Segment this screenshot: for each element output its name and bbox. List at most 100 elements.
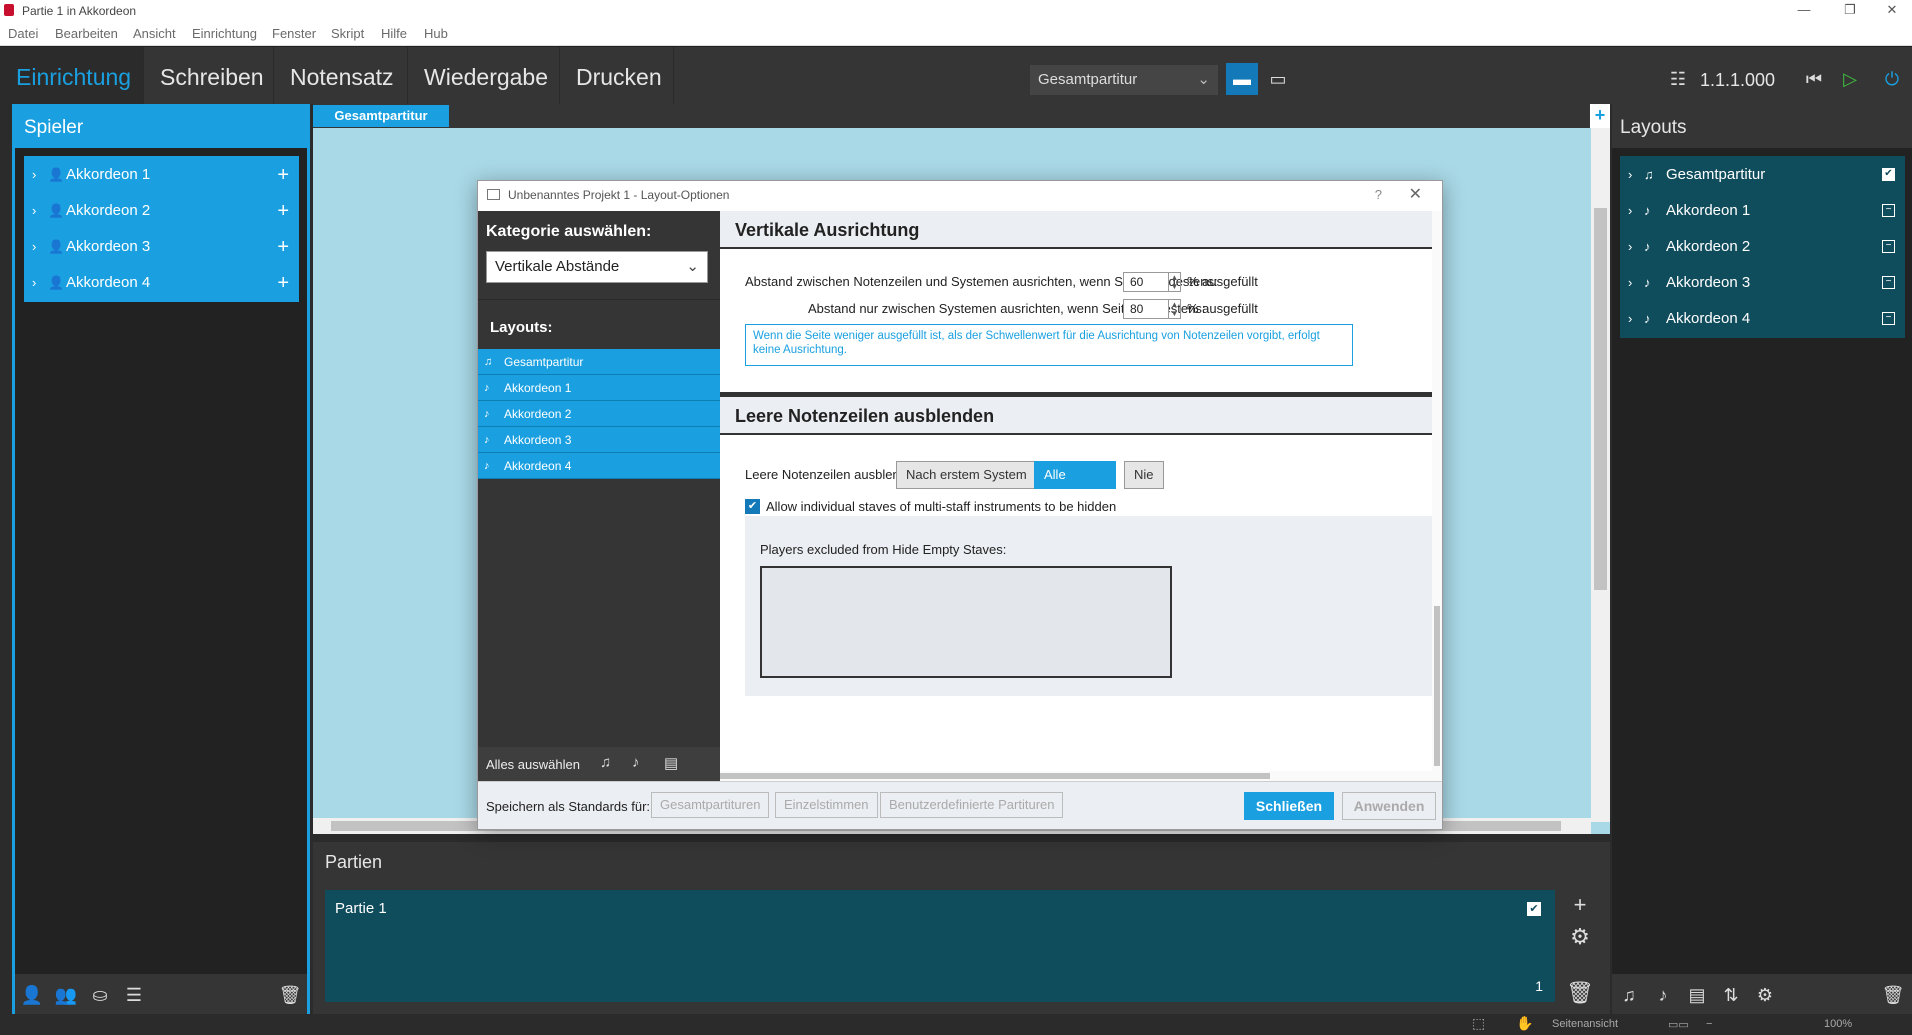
save-parts-button[interactable]: Einzelstimmen bbox=[775, 792, 878, 818]
rewind-icon[interactable]: ⏮ bbox=[1798, 63, 1830, 95]
menu-skript[interactable]: Skript bbox=[331, 26, 364, 41]
staff-justify-input[interactable]: 60 bbox=[1123, 272, 1169, 292]
player-item[interactable]: › 👤 Akkordeon 2 + bbox=[24, 192, 299, 230]
close-window-icon[interactable]: ✕ bbox=[1872, 0, 1912, 22]
select-full-scores-icon[interactable]: ♫ bbox=[600, 754, 611, 771]
add-part-icon[interactable]: + bbox=[1563, 890, 1597, 920]
add-full-score-icon[interactable]: ♫ bbox=[1616, 982, 1642, 1008]
galley-view-icon[interactable]: ▬ bbox=[1226, 63, 1258, 95]
save-full-scores-button[interactable]: Gesamtpartituren bbox=[651, 792, 770, 818]
page-view-icon[interactable]: ▭ bbox=[1262, 63, 1294, 95]
delete-icon[interactable]: 🗑 bbox=[277, 982, 303, 1008]
delete-layout-icon[interactable]: 🗑 bbox=[1880, 982, 1906, 1008]
close-button[interactable]: Schließen bbox=[1244, 792, 1334, 820]
add-part-layout-icon[interactable]: ♪ bbox=[1650, 982, 1676, 1008]
restore-icon[interactable]: ❐ bbox=[1830, 0, 1870, 22]
selection-tool-icon[interactable]: ⬚ bbox=[1472, 1015, 1485, 1032]
chevron-right-icon[interactable]: › bbox=[1628, 300, 1632, 338]
layout-item[interactable]: › ♪ Akkordeon 1 − bbox=[1620, 192, 1905, 230]
play-icon[interactable]: ▷ bbox=[1834, 63, 1866, 95]
add-instrument-icon[interactable]: + bbox=[277, 228, 289, 266]
power-icon[interactable]: ⏻ bbox=[1876, 63, 1908, 95]
scroll-thumb[interactable] bbox=[720, 773, 1270, 779]
add-instrument-icon[interactable]: + bbox=[277, 264, 289, 302]
dialog-layout-item[interactable]: ♪ Akkordeon 2 bbox=[478, 401, 720, 427]
player-item[interactable]: › 👤 Akkordeon 1 + bbox=[24, 156, 299, 194]
add-instrument-icon[interactable]: + bbox=[277, 156, 289, 194]
hand-tool-icon[interactable]: ✋ bbox=[1516, 1015, 1533, 1032]
add-tab-icon[interactable]: + bbox=[1590, 104, 1610, 128]
layout-checkbox[interactable]: ✔ bbox=[1882, 168, 1895, 181]
help-icon[interactable]: ? bbox=[1375, 181, 1382, 209]
menu-hilfe[interactable]: Hilfe bbox=[381, 26, 407, 41]
zoom-level[interactable]: 100% bbox=[1824, 1018, 1852, 1030]
vertical-scrollbar[interactable] bbox=[1591, 128, 1610, 822]
menu-einrichtung[interactable]: Einrichtung bbox=[192, 26, 257, 41]
dialog-layout-item[interactable]: ♫ Gesamtpartitur bbox=[478, 349, 720, 375]
select-custom-scores-icon[interactable]: ▤ bbox=[664, 754, 678, 772]
excluded-players-list[interactable] bbox=[760, 566, 1172, 678]
layout-minus-icon[interactable]: − bbox=[1882, 312, 1895, 325]
layout-minus-icon[interactable]: − bbox=[1882, 204, 1895, 217]
zoom-out-icon[interactable]: − bbox=[1706, 1018, 1712, 1030]
minimize-icon[interactable]: — bbox=[1784, 0, 1824, 22]
tab-drucken[interactable]: Drucken bbox=[560, 47, 674, 105]
add-instrument-icon[interactable]: + bbox=[277, 192, 289, 230]
category-select[interactable]: Vertikale Abstände ⌄ bbox=[486, 251, 708, 283]
part-row[interactable]: Partie 1 ✔ 1 bbox=[325, 890, 1555, 1002]
layout-minus-icon[interactable]: − bbox=[1882, 276, 1895, 289]
layout-settings-icon[interactable]: ⚙ bbox=[1752, 982, 1778, 1008]
add-solo-player-icon[interactable]: 👤 bbox=[19, 982, 45, 1008]
layout-item[interactable]: › ♪ Akkordeon 4 − bbox=[1620, 300, 1905, 338]
tab-gesamtpartitur[interactable]: Gesamtpartitur bbox=[313, 105, 449, 127]
tab-wiedergabe[interactable]: Wiedergabe bbox=[408, 47, 560, 105]
option-never[interactable]: Nie bbox=[1124, 461, 1164, 489]
system-justify-input[interactable]: 80 bbox=[1123, 299, 1169, 319]
delete-part-icon[interactable]: 🗑 bbox=[1563, 978, 1597, 1008]
option-all-systems[interactable]: Alle Systeme bbox=[1034, 461, 1116, 508]
chevron-right-icon[interactable]: › bbox=[1628, 192, 1632, 230]
tab-notensatz[interactable]: Notensatz bbox=[274, 47, 408, 105]
chevron-right-icon[interactable]: › bbox=[32, 264, 36, 302]
dialog-layout-item[interactable]: ♪ Akkordeon 4 bbox=[478, 453, 720, 479]
menu-fenster[interactable]: Fenster bbox=[272, 26, 316, 41]
view-type-select[interactable]: Seitenansicht bbox=[1552, 1018, 1618, 1030]
mixer-icon[interactable]: ☷ bbox=[1662, 63, 1694, 95]
menu-datei[interactable]: Datei bbox=[8, 26, 38, 41]
close-icon[interactable]: ✕ bbox=[1409, 181, 1422, 209]
option-after-first-system[interactable]: Nach erstem System bbox=[896, 461, 1037, 489]
add-section-player-icon[interactable]: ⛀ bbox=[87, 982, 113, 1008]
scroll-thumb[interactable] bbox=[1434, 606, 1440, 766]
dialog-layout-item[interactable]: ♪ Akkordeon 1 bbox=[478, 375, 720, 401]
layout-minus-icon[interactable]: − bbox=[1882, 240, 1895, 253]
chevron-right-icon[interactable]: › bbox=[32, 192, 36, 230]
spinner-icon[interactable]: ▲ ▼ bbox=[1169, 272, 1181, 292]
select-parts-icon[interactable]: ♪ bbox=[632, 754, 640, 771]
sort-icon[interactable]: ⇅ bbox=[1718, 982, 1744, 1008]
allow-individual-staves-checkbox[interactable]: ✔ bbox=[745, 499, 760, 514]
select-all-button[interactable]: Alles auswählen bbox=[486, 757, 580, 772]
save-custom-scores-button[interactable]: Benutzerdefinierte Partituren bbox=[880, 792, 1064, 818]
chevron-right-icon[interactable]: › bbox=[32, 156, 36, 194]
layout-item[interactable]: › ♪ Akkordeon 2 − bbox=[1620, 228, 1905, 266]
add-ensemble-icon[interactable]: 👥 bbox=[53, 982, 79, 1008]
chevron-right-icon[interactable]: › bbox=[32, 228, 36, 266]
dialog-horizontal-scrollbar[interactable] bbox=[720, 771, 1432, 781]
menu-bearbeiten[interactable]: Bearbeiten bbox=[55, 26, 118, 41]
chevron-right-icon[interactable]: › bbox=[1628, 156, 1632, 194]
part-checkbox[interactable]: ✔ bbox=[1527, 902, 1541, 916]
menu-hub[interactable]: Hub bbox=[424, 26, 448, 41]
layout-item[interactable]: › ♫ Gesamtpartitur ✔ bbox=[1620, 156, 1905, 194]
tab-schreiben[interactable]: Schreiben bbox=[144, 47, 274, 105]
menu-ansicht[interactable]: Ansicht bbox=[133, 26, 176, 41]
spinner-icon[interactable]: ▲ ▼ bbox=[1169, 299, 1181, 319]
scroll-thumb[interactable] bbox=[1594, 208, 1607, 590]
tab-einrichtung[interactable]: Einrichtung bbox=[0, 47, 144, 105]
spread-icon[interactable]: ▭▭ bbox=[1668, 1018, 1689, 1031]
layout-item[interactable]: › ♪ Akkordeon 3 − bbox=[1620, 264, 1905, 302]
part-settings-icon[interactable]: ⚙ bbox=[1563, 922, 1597, 952]
add-group-icon[interactable]: ☰ bbox=[121, 982, 147, 1008]
chevron-right-icon[interactable]: › bbox=[1628, 264, 1632, 302]
player-item[interactable]: › 👤 Akkordeon 4 + bbox=[24, 264, 299, 302]
apply-button[interactable]: Anwenden bbox=[1342, 792, 1436, 820]
